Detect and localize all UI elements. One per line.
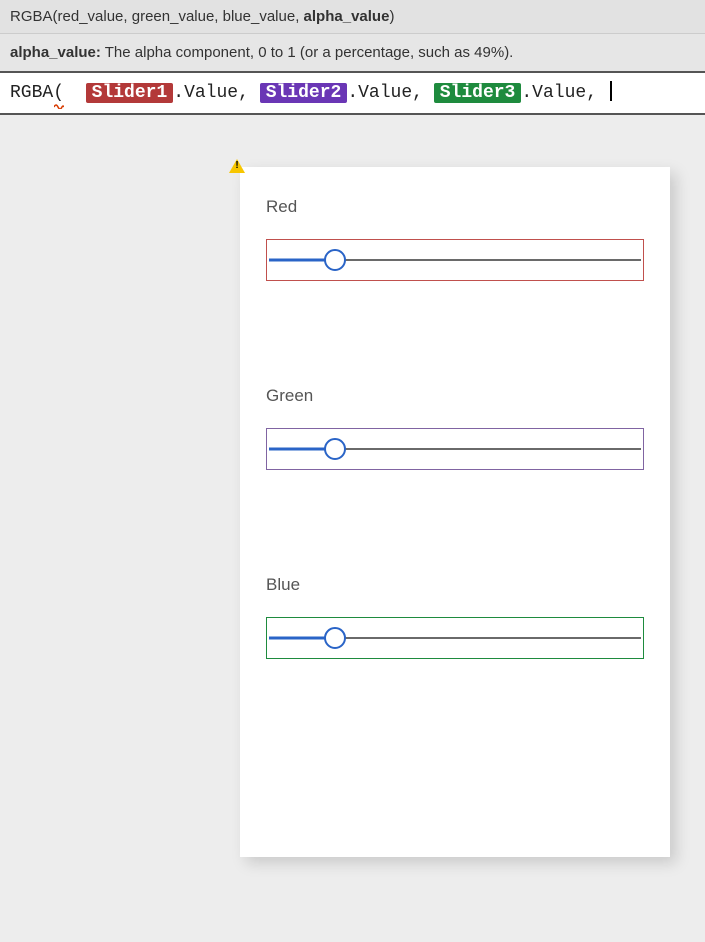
slider-track-empty — [340, 448, 641, 450]
formula-bar[interactable]: RGBA( Slider1.Value, Slider2.Value, Slid… — [0, 73, 705, 115]
slider-label: Blue — [266, 575, 644, 595]
function-signature-bar: RGBA(red_value, green_value, blue_value,… — [0, 0, 705, 34]
text-cursor — [610, 81, 612, 101]
slider-group-red: Red — [266, 197, 644, 281]
slider-label: Red — [266, 197, 644, 217]
param-name: alpha_value: — [10, 44, 101, 61]
slider-green[interactable] — [266, 428, 644, 470]
slider-thumb[interactable] — [324, 249, 346, 271]
signature-params: red_value, green_value, blue_value, — [58, 8, 300, 25]
signature-current-param: alpha_value — [304, 8, 390, 25]
formula-fn: RGBA — [10, 83, 53, 103]
slider-track-empty — [340, 637, 641, 639]
warning-icon[interactable]: ! — [229, 159, 245, 175]
slider-group-green: Green — [266, 386, 644, 470]
canvas-area[interactable]: ! Red Green Blue — [0, 115, 705, 895]
slider-blue[interactable] — [266, 617, 644, 659]
preview-card[interactable]: Red Green Blue — [240, 167, 670, 857]
slider-label: Green — [266, 386, 644, 406]
slider-thumb[interactable] — [324, 627, 346, 649]
error-squiggle-icon — [54, 103, 64, 109]
signature-fn: RGBA — [10, 8, 53, 25]
slider-track-empty — [340, 259, 641, 261]
param-desc: The alpha component, 0 to 1 (or a percen… — [101, 44, 513, 61]
slider1-token[interactable]: Slider1 — [86, 83, 174, 103]
slider-red[interactable] — [266, 239, 644, 281]
parameter-help-bar: alpha_value: The alpha component, 0 to 1… — [0, 34, 705, 73]
slider-group-blue: Blue — [266, 575, 644, 659]
slider-thumb[interactable] — [324, 438, 346, 460]
slider3-token[interactable]: Slider3 — [434, 83, 522, 103]
slider2-token[interactable]: Slider2 — [260, 83, 348, 103]
